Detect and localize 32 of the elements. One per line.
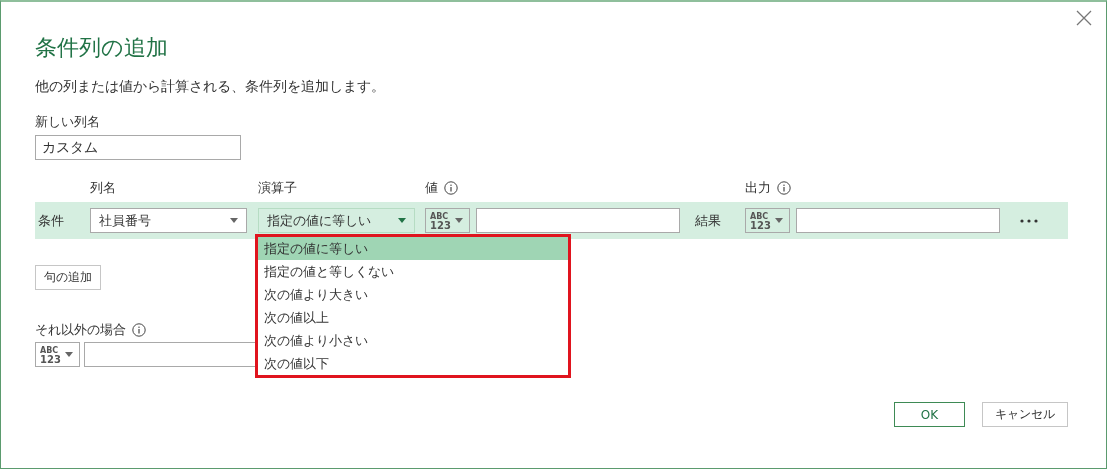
caret-icon — [774, 218, 783, 223]
field-label: 新しい列名 — [35, 113, 101, 131]
more-icon[interactable] — [1020, 218, 1038, 223]
column-header: 列名 — [90, 179, 116, 197]
column-header: 値 — [425, 179, 438, 197]
caret-icon — [230, 218, 238, 223]
row-label: 条件 — [37, 211, 64, 230]
add-clause-button[interactable]: 句の追加 — [35, 265, 101, 290]
column-select[interactable]: 社員番号 — [90, 208, 247, 233]
caret-icon — [398, 218, 406, 223]
ok-button[interactable]: OK — [894, 402, 965, 427]
dropdown-option[interactable]: 指定の値に等しい — [258, 237, 568, 260]
output-input[interactable] — [796, 208, 1000, 233]
info-icon[interactable] — [132, 323, 146, 337]
dialog-description: 他の列または値から計算される、条件列を追加します。 — [35, 77, 386, 96]
dialog-title: 条件列の追加 — [35, 34, 168, 62]
cancel-button[interactable]: キャンセル — [982, 402, 1068, 427]
column-name-input[interactable]: カスタム — [35, 135, 241, 160]
value-input[interactable] — [476, 208, 680, 233]
type-selector[interactable]: ABC 123 — [425, 208, 470, 233]
info-icon[interactable] — [444, 181, 458, 195]
info-icon[interactable] — [777, 181, 791, 195]
operator-select[interactable]: 指定の値に等しい — [258, 208, 415, 233]
type-selector[interactable]: ABC 123 — [745, 208, 790, 233]
field-label: それ以外の場合 — [35, 321, 126, 339]
result-label: 結果 — [695, 211, 721, 230]
type-selector[interactable]: ABC 123 — [35, 342, 80, 367]
caret-icon — [64, 352, 73, 357]
column-header: 演算子 — [258, 179, 297, 197]
close-icon[interactable] — [1076, 10, 1092, 26]
caret-icon — [454, 218, 463, 223]
column-header: 出力 — [745, 179, 771, 197]
